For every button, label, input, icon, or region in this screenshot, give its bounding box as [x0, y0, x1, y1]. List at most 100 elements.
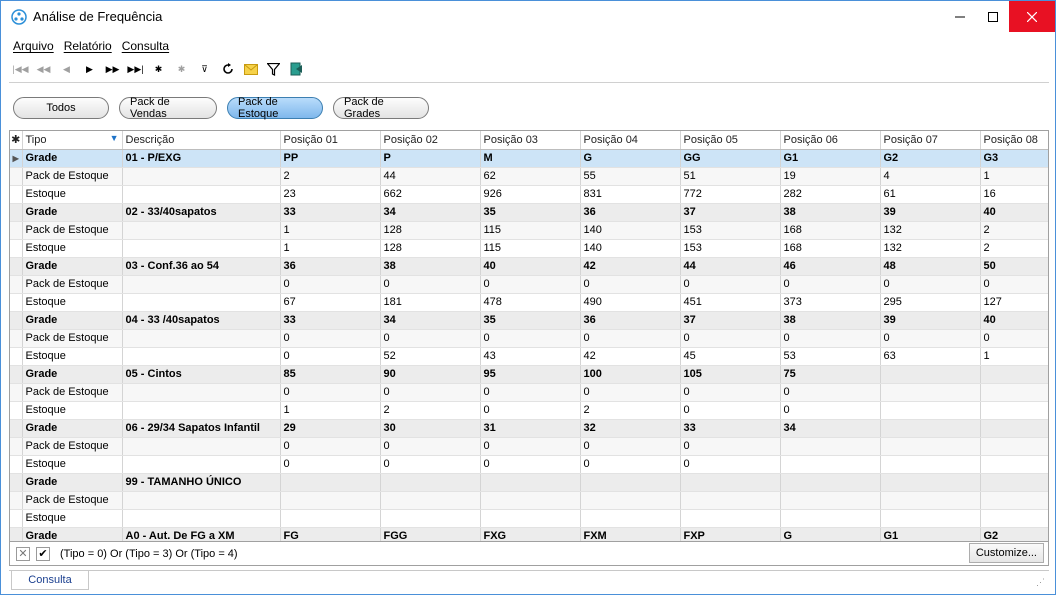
table-cell[interactable]: 0: [980, 329, 1048, 348]
table-cell[interactable]: [880, 401, 981, 420]
table-cell[interactable]: 95: [480, 365, 581, 384]
table-cell[interactable]: 0: [480, 383, 581, 402]
table-cell[interactable]: [880, 491, 981, 510]
table-row[interactable]: Grade 03 - Conf.36 ao 54 36 38 40 42 44 46 48 50: [10, 257, 1048, 276]
table-cell[interactable]: 0: [580, 329, 681, 348]
table-cell[interactable]: [880, 473, 981, 492]
table-cell[interactable]: Pack de Estoque: [22, 383, 123, 402]
row-indicator[interactable]: [10, 383, 23, 402]
table-cell[interactable]: PP: [280, 149, 381, 168]
table-cell[interactable]: 140: [580, 221, 681, 240]
table-cell[interactable]: 0: [780, 383, 881, 402]
table-cell[interactable]: 23: [280, 185, 381, 204]
row-indicator[interactable]: [10, 239, 23, 258]
table-row[interactable]: Grade 02 - 33/40sapatos 33 34 35 36 37 38 39 40: [10, 203, 1048, 222]
table-cell[interactable]: 0: [480, 455, 581, 474]
table-cell[interactable]: 35: [480, 311, 581, 330]
table-row[interactable]: Estoque 1 2 0 2 0 0: [10, 401, 1048, 420]
table-cell[interactable]: Estoque: [22, 347, 123, 366]
table-cell[interactable]: 0: [580, 275, 681, 294]
table-cell[interactable]: 282: [780, 185, 881, 204]
row-indicator[interactable]: [10, 365, 23, 384]
last-record-button[interactable]: ▶▶|: [124, 59, 147, 79]
table-cell[interactable]: 0: [780, 329, 881, 348]
table-cell[interactable]: G3: [980, 149, 1048, 168]
table-cell[interactable]: 36: [580, 311, 681, 330]
table-row[interactable]: Pack de Estoque 0 0 0 0 0 0 0 0: [10, 329, 1048, 348]
table-cell[interactable]: 115: [480, 239, 581, 258]
table-cell[interactable]: 30: [380, 419, 481, 438]
table-cell[interactable]: 06 - 29/34 Sapatos Infantil: [122, 419, 281, 438]
table-cell[interactable]: 51: [680, 167, 781, 186]
column-header[interactable]: Descrição: [122, 131, 281, 150]
table-cell[interactable]: [280, 491, 381, 510]
table-cell[interactable]: 05 - Cintos: [122, 365, 281, 384]
table-cell[interactable]: 01 - P/EXG: [122, 149, 281, 168]
refresh-button[interactable]: [216, 59, 239, 79]
table-cell[interactable]: 0: [780, 401, 881, 420]
table-cell[interactable]: 31: [480, 419, 581, 438]
table-cell[interactable]: 0: [880, 329, 981, 348]
table-cell[interactable]: 53: [780, 347, 881, 366]
table-cell[interactable]: 02 - 33/40sapatos: [122, 203, 281, 222]
next-page-button[interactable]: ▶▶: [101, 59, 124, 79]
table-cell[interactable]: [980, 473, 1048, 492]
row-indicator[interactable]: [10, 401, 23, 420]
table-cell[interactable]: 38: [780, 311, 881, 330]
table-row[interactable]: Estoque: [10, 509, 1048, 528]
table-cell[interactable]: 0: [580, 383, 681, 402]
table-cell[interactable]: 46: [780, 257, 881, 276]
table-cell[interactable]: 1: [280, 221, 381, 240]
filter-pack-vendas-button[interactable]: Pack de Vendas: [119, 96, 217, 120]
table-cell[interactable]: [122, 185, 281, 204]
table-cell[interactable]: 44: [380, 167, 481, 186]
table-cell[interactable]: 0: [680, 455, 781, 474]
table-cell[interactable]: 39: [880, 311, 981, 330]
table-cell[interactable]: [480, 473, 581, 492]
table-cell[interactable]: Grade: [22, 257, 123, 276]
table-cell[interactable]: Estoque: [22, 455, 123, 474]
table-cell[interactable]: 451: [680, 293, 781, 312]
prev-page-button[interactable]: ◀◀: [32, 59, 55, 79]
table-row[interactable]: Estoque 0 52 43 42 45 53 63 1: [10, 347, 1048, 366]
table-cell[interactable]: [122, 239, 281, 258]
table-cell[interactable]: Grade: [22, 311, 123, 330]
table-row[interactable]: Pack de Estoque 0 0 0 0 0: [10, 437, 1048, 456]
table-cell[interactable]: [780, 473, 881, 492]
table-cell[interactable]: 32: [580, 419, 681, 438]
table-cell[interactable]: Estoque: [22, 185, 123, 204]
table-cell[interactable]: [580, 473, 681, 492]
column-header[interactable]: Posição 05: [680, 131, 781, 150]
filter-pack-grades-button[interactable]: Pack de Grades: [333, 96, 429, 120]
table-cell[interactable]: 0: [680, 275, 781, 294]
table-cell[interactable]: 61: [880, 185, 981, 204]
prev-record-button[interactable]: ◀: [55, 59, 78, 79]
table-cell[interactable]: 34: [780, 419, 881, 438]
table-cell[interactable]: 100: [580, 365, 681, 384]
table-cell[interactable]: 0: [380, 455, 481, 474]
table-cell[interactable]: Grade: [22, 473, 123, 492]
first-record-button[interactable]: |◀◀: [9, 59, 32, 79]
table-cell[interactable]: [880, 509, 981, 528]
column-header[interactable]: Posição 04: [580, 131, 681, 150]
table-cell[interactable]: 140: [580, 239, 681, 258]
table-cell[interactable]: 19: [780, 167, 881, 186]
table-cell[interactable]: 40: [980, 203, 1048, 222]
header-indicator[interactable]: ✱: [10, 131, 23, 150]
table-cell[interactable]: [122, 329, 281, 348]
table-cell[interactable]: [122, 275, 281, 294]
table-cell[interactable]: Pack de Estoque: [22, 491, 123, 510]
table-cell[interactable]: 0: [780, 275, 881, 294]
table-cell[interactable]: 0: [380, 383, 481, 402]
table-cell[interactable]: [122, 401, 281, 420]
table-cell[interactable]: 33: [280, 311, 381, 330]
table-cell[interactable]: [780, 455, 881, 474]
table-cell[interactable]: 168: [780, 239, 881, 258]
table-cell[interactable]: 153: [680, 221, 781, 240]
table-cell[interactable]: 1: [280, 239, 381, 258]
table-cell[interactable]: [980, 509, 1048, 528]
table-cell[interactable]: 99 - TAMANHO ÚNICO: [122, 473, 281, 492]
table-cell[interactable]: [122, 455, 281, 474]
table-cell[interactable]: [680, 509, 781, 528]
table-cell[interactable]: 0: [480, 275, 581, 294]
